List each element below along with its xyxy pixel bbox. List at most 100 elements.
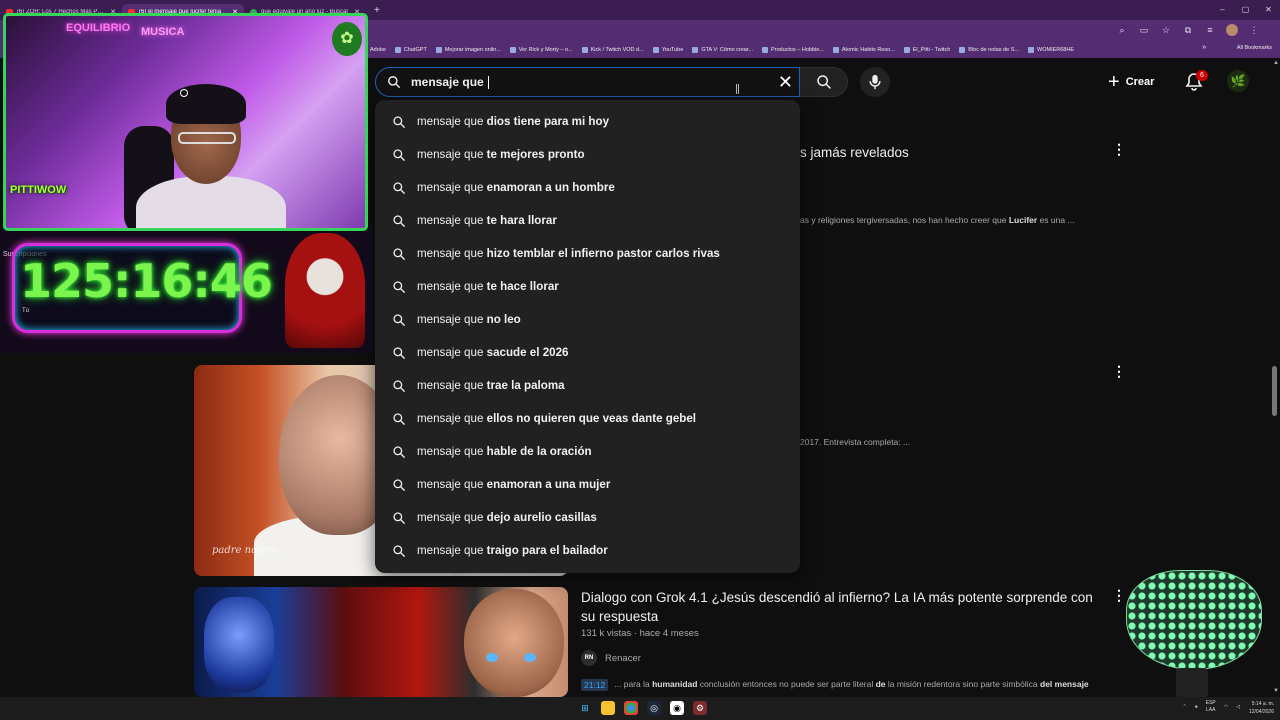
capture-icon[interactable]: ◉ [670,701,684,715]
clock[interactable]: 5:14 a. m. 12/04/2026 [1249,700,1274,716]
suggestion-item[interactable]: mensaje que enamoran a una mujer [375,468,800,501]
voice-search-button[interactable] [860,67,890,97]
result-title[interactable]: s jamás revelados [800,145,909,160]
bookmark-item[interactable]: WOMIER68HE [1028,47,1074,53]
search-icon [393,445,405,458]
profile-avatar-icon[interactable] [1226,24,1238,36]
bookmark-item[interactable]: Bloc de notas de S... [959,47,1019,53]
suggestion-item[interactable]: mensaje que dios tiene para mi hoy [375,105,800,138]
suggestion-item[interactable]: mensaje que enamoran a un hombre [375,171,800,204]
channel-row[interactable]: RN Renacer [581,650,641,666]
suggestion-item[interactable]: mensaje que hizo temblar el infierno pas… [375,237,800,270]
bookmark-item[interactable]: Kick / Twitch VOD d... [581,47,644,53]
minimize-icon[interactable]: – [1211,0,1234,20]
light-dot [180,89,188,97]
suggestion-item[interactable]: mensaje que no leo [375,303,800,336]
file-explorer-icon[interactable] [601,701,615,715]
scroll-down-icon[interactable]: ▼ [1273,688,1279,694]
suggestion-prefix: mensaje que [417,346,484,359]
video-thumbnail-grok[interactable] [194,587,568,697]
chatgpt-icon [394,47,401,53]
app-icon[interactable]: ⚙ [693,701,707,715]
language-indicator[interactable]: ESP LAA [1206,700,1216,714]
snippet-bold: de [875,679,886,689]
more-options-icon[interactable]: ⋮ [1112,142,1126,156]
desc-bold: Lucifer [1008,215,1038,225]
chapter-snippet[interactable]: 21:12 ... para la humanidad conclusión e… [581,679,1089,691]
bookmark-label: GTA V: Cómo crear... [701,47,753,53]
video-title[interactable]: Dialogo con Grok 4.1 ¿Jesús descendió al… [581,588,1101,626]
scroll-up-icon[interactable]: ▲ [1273,60,1279,66]
suggestion-item[interactable]: mensaje que ellos no quieren que veas da… [375,402,800,435]
search-button[interactable] [800,67,848,97]
sidepanel-icon[interactable]: ≡ [1204,24,1216,36]
cannabis-leaf-icon: ✿ [332,22,362,56]
suggestion-item[interactable]: mensaje que te mejores pronto [375,138,800,171]
maximize-icon[interactable]: ▢ [1234,0,1257,20]
bookmark-item[interactable]: Mejorar imagen onlin... [435,47,501,53]
windows-start-icon[interactable]: ⊞ [578,701,592,715]
tray-app-icon[interactable]: ● [1195,704,1198,710]
extensions-icon[interactable]: ⧉ [1182,24,1194,36]
timestamp-badge[interactable]: 21:12 [581,679,609,691]
more-options-icon[interactable]: ⋮ [1112,588,1126,602]
bookmark-item[interactable]: Ver Rick y Morty – o... [509,47,573,53]
chrome-icon[interactable] [624,701,638,715]
snippet-bold: del mensaje [1040,679,1089,689]
lang-layout: LAA [1206,707,1216,713]
desc-text: as y religiones tergiversadas, nos han h… [800,215,1009,225]
suggestion-item[interactable]: mensaje que te hace llorar [375,270,800,303]
all-bookmarks-button[interactable]: All Bookmarks [1237,45,1272,51]
suggestion-prefix: mensaje que [417,445,484,458]
steam-icon[interactable]: ◎ [647,701,661,715]
bookmark-item[interactable]: Productos – Hobbie... [761,47,824,53]
kick-icon [581,47,588,53]
bookmark-item[interactable]: Atomic Habits Reso... [832,47,895,53]
clear-search-icon[interactable]: ✕ [778,72,793,93]
search-icon [393,412,405,425]
bookmark-item[interactable]: El_Pitti - Twitch [903,47,951,53]
search-icon [393,247,405,260]
bookmark-item[interactable]: Adobe [370,47,386,53]
bookmark-star-icon[interactable]: ☆ [1160,24,1172,36]
bookmark-item[interactable]: YouTube [652,47,683,53]
zoom-icon[interactable]: ⌕ [1116,24,1128,36]
suggestion-completion: ellos no quieren que veas dante gebel [486,412,697,425]
create-button[interactable]: + Crear [1108,70,1154,94]
channel-name[interactable]: Renacer [605,653,641,664]
bookmark-label: El_Pitti - Twitch [912,47,951,53]
search-icon [393,214,405,227]
suggestion-completion: enamoran a una mujer [486,478,611,491]
bookmark-item[interactable]: GTA V: Cómo crear... [692,47,753,53]
suggestion-completion: traigo para el bailador [486,544,608,557]
snippet-part: conclusión entonces no puede ser parte l… [697,679,876,689]
close-window-icon[interactable]: ✕ [1257,0,1280,20]
new-tab-button[interactable]: + [374,5,380,16]
bookmark-label: Kick / Twitch VOD d... [590,47,644,53]
suggestion-prefix: mensaje que [417,544,484,557]
tray-chevron-icon[interactable]: ⌃ [1183,704,1187,710]
cast-icon[interactable]: ▭ [1138,24,1150,36]
timer-value: 125:16:46 [20,254,273,308]
search-icon [393,511,405,524]
bookmark-item[interactable]: ChatGPT [394,47,427,53]
search-icon [393,148,405,161]
suggestion-item[interactable]: mensaje que te hara llorar [375,204,800,237]
search-icon [393,313,405,326]
page-scrollbar[interactable] [1272,366,1277,416]
suggestion-item[interactable]: mensaje que trae la paloma [375,369,800,402]
suggestion-item[interactable]: mensaje que dejo aurelio casillas [375,501,800,534]
wifi-icon[interactable]: ◠ [1224,704,1228,710]
volume-icon[interactable]: ◁ [1236,704,1240,710]
suggestion-prefix: mensaje que [417,379,484,392]
suggestion-item[interactable]: mensaje que sacude el 2026 [375,336,800,369]
snippet-bold: humanidad [652,679,698,689]
suggestion-item[interactable]: mensaje que hable de la oración [375,435,800,468]
suggestion-item[interactable]: mensaje que traigo para el bailador [375,534,800,567]
bookmarks-more-button[interactable]: » [1202,44,1206,51]
channel-avatar[interactable]: 🌿 [1227,70,1249,92]
notification-badge: 6 [1196,70,1208,81]
channel-avatar[interactable]: RN [581,650,597,666]
menu-icon[interactable]: ⋮ [1248,24,1260,36]
more-options-icon[interactable]: ⋮ [1112,364,1126,378]
